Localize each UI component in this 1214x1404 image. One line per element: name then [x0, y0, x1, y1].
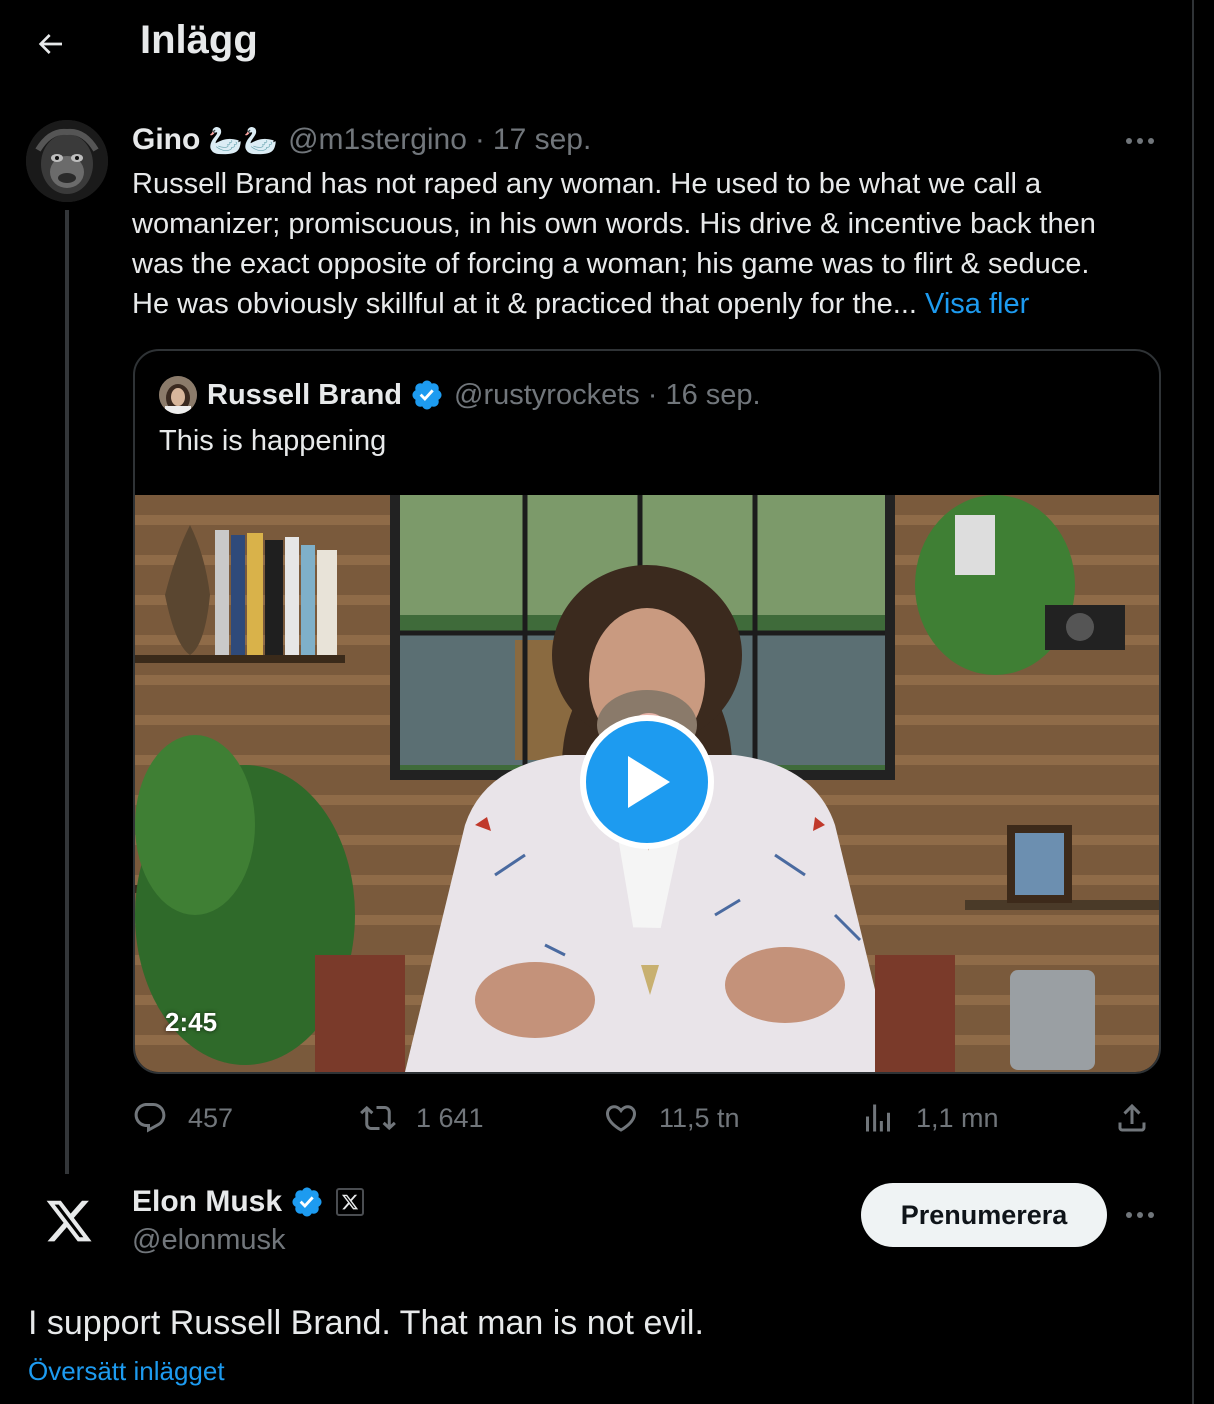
tweet-text-line: Russell Brand has not raped any woman. H… — [132, 168, 1042, 200]
play-button[interactable] — [580, 715, 714, 849]
retweet-icon — [360, 1105, 396, 1131]
separator-dot: · — [647, 378, 658, 411]
tweet-text-line: womanizer; promiscuous, in his own words… — [132, 208, 1096, 240]
main-tweet-text: I support Russell Brand. That man is not… — [28, 1304, 704, 1342]
main-author-handle[interactable]: @elonmusk — [132, 1224, 286, 1257]
main-author-name[interactable]: Elon Musk — [132, 1185, 282, 1219]
parent-tweet-text: Russell Brand has not raped any woman. H… — [132, 164, 1172, 324]
page-header: Inlägg — [0, 0, 1190, 90]
share-button[interactable] — [1114, 1096, 1170, 1140]
thread-connector — [65, 210, 69, 1174]
retweet-button[interactable]: 1 641 — [360, 1096, 484, 1140]
share-icon — [1118, 1103, 1146, 1132]
tweet-date[interactable]: 17 sep. — [493, 123, 591, 157]
arrow-left-icon — [38, 34, 62, 54]
views-bars-icon — [866, 1104, 890, 1132]
like-button[interactable]: 11,5 tn — [603, 1096, 740, 1140]
more-options-button[interactable] — [1120, 1200, 1160, 1230]
video-player[interactable]: 2:45 — [135, 495, 1159, 1072]
quote-text: This is happening — [159, 425, 387, 457]
tweet-text-line: was the exact opposite of forcing a woma… — [132, 248, 1090, 280]
quote-header: Russell Brand @rustyrockets · 16 sep. — [159, 376, 761, 414]
video-duration: 2:45 — [165, 1007, 218, 1037]
x-affiliate-icon — [341, 1194, 359, 1210]
swan-emoji: 🦢🦢 — [208, 124, 279, 156]
tweet-text-line: He was obviously skillful at it & practi… — [132, 288, 917, 320]
column-border — [1192, 0, 1194, 1404]
more-dots-icon — [1126, 138, 1154, 144]
author-handle[interactable]: @m1stergino — [288, 123, 467, 157]
reply-button[interactable]: 457 — [132, 1096, 233, 1140]
back-button[interactable] — [30, 24, 70, 64]
like-count: 11,5 tn — [659, 1102, 740, 1133]
avatar-russell-brand[interactable] — [159, 376, 197, 414]
reply-count: 457 — [188, 1102, 234, 1133]
views-count: 1,1 mn — [916, 1102, 999, 1133]
show-more-link[interactable]: Visa fler — [925, 288, 1029, 320]
views-button[interactable]: 1,1 mn — [860, 1096, 999, 1140]
main-author-row: Elon Musk — [132, 1182, 365, 1222]
retweet-count: 1 641 — [416, 1102, 484, 1133]
action-bar: 457 1 641 11,5 tn 1,1 mn — [132, 1096, 1172, 1140]
affiliate-badge[interactable] — [336, 1188, 365, 1216]
quoted-tweet[interactable]: Russell Brand @rustyrockets · 16 sep. Th… — [133, 349, 1161, 1074]
author-name[interactable]: Gino — [132, 123, 200, 157]
tweet-text-line-last: He was obviously skillful at it & practi… — [132, 284, 1172, 324]
verified-badge-icon — [412, 380, 442, 410]
heart-icon — [605, 1105, 637, 1132]
page-title: Inlägg — [140, 18, 258, 62]
more-dots-icon — [1126, 1212, 1154, 1218]
verified-badge-icon — [292, 1187, 322, 1217]
x-logo-icon[interactable] — [44, 1196, 94, 1246]
subscribe-button[interactable]: Prenumerera — [861, 1183, 1107, 1247]
quote-date[interactable]: 16 sep. — [665, 379, 760, 412]
separator-dot: · — [474, 123, 485, 156]
reply-bubble-icon — [134, 1103, 166, 1133]
avatar-gino[interactable] — [26, 120, 108, 202]
parent-tweet-header: Gino 🦢🦢 @m1stergino · 17 sep. — [132, 120, 591, 160]
play-icon — [628, 756, 670, 808]
quote-author-name[interactable]: Russell Brand — [207, 379, 402, 412]
quote-author-handle[interactable]: @rustyrockets — [454, 379, 640, 412]
more-options-button[interactable] — [1120, 126, 1160, 156]
translate-link[interactable]: Översätt inlägget — [28, 1356, 225, 1387]
